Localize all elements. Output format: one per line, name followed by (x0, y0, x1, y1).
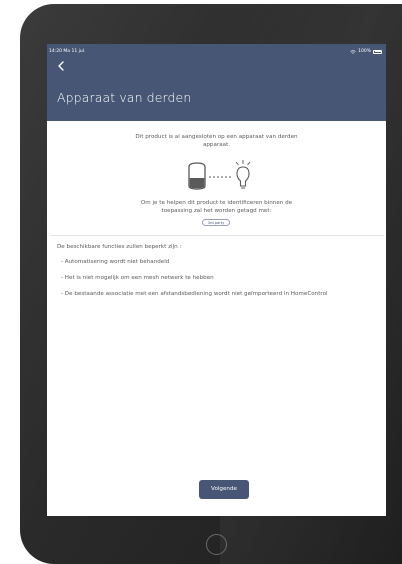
light-bulb-icon (235, 160, 251, 189)
battery-icon (373, 49, 382, 54)
section-divider (50, 235, 384, 236)
next-button[interactable]: Volgende (199, 480, 249, 499)
intro-line-1: Dit product is al aangesloten op een app… (135, 134, 298, 140)
status-date: Ma 11 jul. (63, 49, 86, 54)
functions-heading: De beschikbare functies zullen beperkt z… (57, 244, 182, 250)
page-title: Apparaat van derden (57, 90, 192, 105)
back-button[interactable] (55, 58, 69, 72)
status-time: 14:20 (49, 49, 62, 54)
help-line-1: Om je te helpen dit product te identific… (140, 200, 293, 206)
chevron-left-icon (58, 61, 64, 71)
wifi-icon (350, 49, 356, 54)
third-party-tag[interactable]: 3rd party (202, 219, 230, 226)
status-time-date: 14:20 Ma 11 jul. (49, 49, 85, 54)
battery-percent: 100% (358, 49, 371, 54)
status-right: 100% (350, 49, 382, 54)
limitation-item: - Automatisering wordt niet behandeld (61, 259, 170, 265)
home-button[interactable] (206, 534, 227, 555)
limitation-item: - Het is niet mogelijk om een mesh netwe… (61, 275, 214, 281)
app-screen: 14:20 Ma 11 jul. 100% Apparaat van derde… (47, 44, 386, 516)
third-party-illustration (188, 160, 251, 190)
limitation-item: - De bestaande associatie met een afstan… (61, 291, 328, 297)
intro-text: Dit product is al aangesloten op een app… (47, 133, 386, 149)
smart-speaker-icon (188, 162, 206, 190)
help-text: Om je te helpen dit product te identific… (47, 199, 386, 215)
header-bar: 14:20 Ma 11 jul. 100% Apparaat van derde… (47, 44, 386, 121)
status-bar: 14:20 Ma 11 jul. 100% (47, 47, 386, 57)
intro-line-2: apparaat. (202, 142, 231, 148)
help-line-2: toepassing zal het worden getagd met: (161, 208, 272, 214)
main-content: Dit product is al aangesloten op een app… (47, 121, 386, 516)
